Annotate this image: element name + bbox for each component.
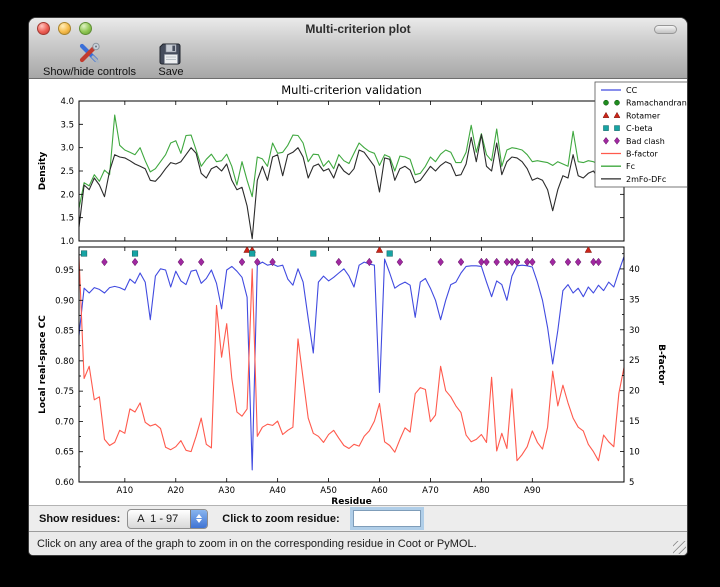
svg-text:CC: CC [626,86,638,95]
svg-text:0.90: 0.90 [55,296,74,306]
svg-text:A30: A30 [218,486,235,496]
plot-canvas[interactable]: Multi-criterion validation A10 A20 A30 A40 A5… [29,79,687,505]
show-residues-label: Show residues: [39,513,120,525]
svg-text:0.95: 0.95 [55,266,74,276]
status-text: Click on any area of the graph to zoom i… [37,538,477,550]
status-bar: Click on any area of the graph to zoom i… [29,531,687,555]
svg-text:0.85: 0.85 [55,327,74,337]
save-button[interactable]: Save [158,42,184,78]
plot-svg[interactable]: Multi-criterion validation A10 A20 A30 A40 A5… [29,79,688,506]
traffic-lights [37,22,92,35]
svg-text:Rotamer: Rotamer [626,111,661,120]
svg-text:0.65: 0.65 [55,448,74,458]
svg-text:C-beta: C-beta [626,124,653,133]
svg-text:Density: Density [38,152,48,191]
svg-text:A60: A60 [371,486,388,496]
svg-text:25: 25 [629,356,640,366]
svg-text:10: 10 [629,448,640,458]
svg-text:35: 35 [629,295,640,305]
toolbar: Show/hide controls Save [29,40,687,79]
tools-icon [76,42,102,66]
svg-text:2.5: 2.5 [60,167,74,177]
svg-text:30: 30 [629,326,640,336]
svg-text:Residue: Residue [331,497,371,506]
svg-text:1.5: 1.5 [60,214,74,224]
svg-text:Fc: Fc [626,162,635,171]
zoom-residue-label: Click to zoom residue: [222,513,339,525]
svg-text:Bad clash: Bad clash [626,137,665,146]
svg-text:15: 15 [629,417,640,427]
svg-text:A40: A40 [269,486,286,496]
close-button[interactable] [37,22,50,35]
residue-range-value: A 1 - 97 [128,513,190,525]
svg-text:A80: A80 [473,486,490,496]
svg-text:Ramachandran: Ramachandran [626,99,687,108]
svg-text:B-factor: B-factor [656,344,666,385]
app-window: Multi-criterion plot Show/hide controls [28,17,688,556]
svg-text:5: 5 [629,478,634,488]
svg-text:0.60: 0.60 [55,478,74,488]
svg-text:Local real-space CC: Local real-space CC [38,315,48,414]
svg-text:A50: A50 [320,486,337,496]
svg-text:2mFo-DFc: 2mFo-DFc [626,175,666,184]
zoom-button[interactable] [79,22,92,35]
controls-bar: Show residues: A 1 - 97 Click to zoom re… [29,505,687,531]
toolbar-toggle-pill[interactable] [654,25,677,34]
save-label: Save [158,66,183,78]
desktop: { "window": { "title": "Multi-criterion … [0,0,720,587]
svg-text:4.0: 4.0 [60,97,74,107]
svg-text:0.75: 0.75 [55,387,74,397]
svg-text:3.5: 3.5 [60,120,74,130]
residue-range-select[interactable]: A 1 - 97 [127,509,208,529]
title-bar[interactable]: Multi-criterion plot [29,18,687,40]
svg-text:Multi-criterion validation: Multi-criterion validation [281,83,422,97]
show-hide-controls-button[interactable]: Show/hide controls [43,42,136,78]
window-title: Multi-criterion plot [29,18,687,40]
save-icon [158,42,184,66]
svg-text:3.0: 3.0 [60,144,74,154]
svg-text:40: 40 [629,265,640,275]
minimize-button[interactable] [58,22,71,35]
zoom-residue-input[interactable] [353,510,421,527]
svg-text:0.70: 0.70 [55,417,74,427]
svg-text:20: 20 [629,387,640,397]
show-hide-controls-label: Show/hide controls [43,66,136,78]
svg-text:0.80: 0.80 [55,357,74,367]
svg-text:A70: A70 [422,486,439,496]
popup-stepper-icon [190,509,207,529]
svg-text:2.0: 2.0 [60,190,74,200]
resize-grip-icon[interactable] [673,541,686,554]
svg-text:A20: A20 [167,486,184,496]
svg-text:A90: A90 [524,486,541,496]
svg-text:B-factor: B-factor [626,150,659,159]
svg-text:1.0: 1.0 [60,237,74,247]
svg-text:A10: A10 [117,486,134,496]
